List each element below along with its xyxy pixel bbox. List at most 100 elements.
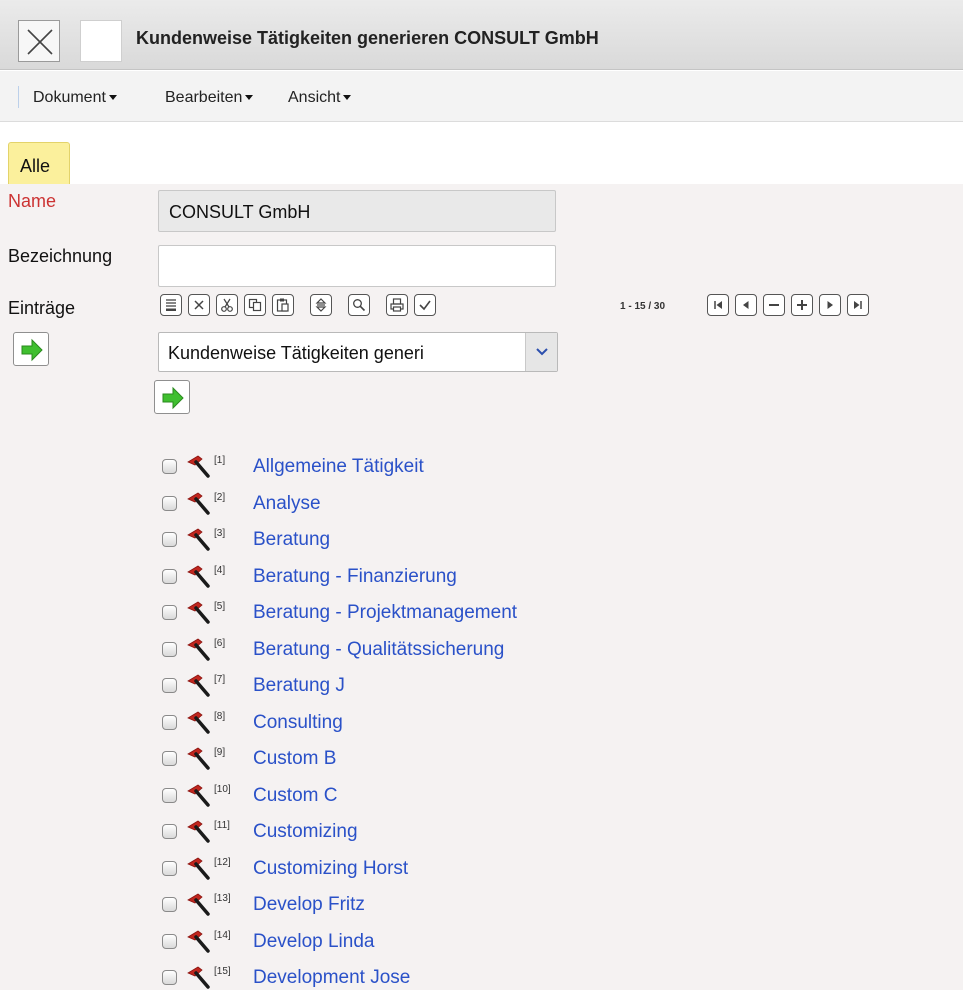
remove-icon xyxy=(769,304,779,306)
eintraege-label: Einträge xyxy=(8,298,76,318)
green-arrow-icon xyxy=(21,338,43,362)
entry-checkbox[interactable] xyxy=(162,933,177,949)
hammer-icon xyxy=(186,819,212,848)
entry-index: [3] xyxy=(214,528,226,539)
remove-button[interactable] xyxy=(763,294,785,316)
entry-link[interactable]: Develop Linda xyxy=(253,931,374,953)
entry-checkbox[interactable] xyxy=(162,897,177,912)
hammer-icon xyxy=(186,856,212,885)
sort-button[interactable] xyxy=(310,294,332,316)
entry-index: [11] xyxy=(214,820,230,831)
first-page-icon xyxy=(714,301,722,309)
entry-link[interactable]: Custom B xyxy=(253,748,336,770)
entry-index: [4] xyxy=(214,564,226,576)
prev-page-button[interactable] xyxy=(735,294,757,316)
entry-link[interactable]: Analyse xyxy=(253,493,321,515)
hammer-icon xyxy=(186,564,212,593)
menu-bearbeiten[interactable]: Bearbeiten xyxy=(165,89,254,107)
bezeichnung-input[interactable] xyxy=(158,245,556,287)
caret-down-icon xyxy=(343,95,352,101)
list-item: [12] Customizing Horst xyxy=(162,854,862,882)
list-item: [9] Custom B xyxy=(162,744,862,772)
menu-bar xyxy=(0,71,963,122)
cut-button[interactable] xyxy=(216,294,238,316)
search-button[interactable] xyxy=(348,294,370,316)
entry-link[interactable]: Consulting xyxy=(253,712,343,734)
cut-icon xyxy=(221,298,233,312)
entry-checkbox[interactable] xyxy=(162,970,177,985)
select-dropdown-button[interactable] xyxy=(525,333,557,371)
execute-button[interactable] xyxy=(13,332,49,366)
entry-link[interactable]: Development Jose xyxy=(253,967,410,989)
list-item: [4] Beratung - Finanzierung xyxy=(162,562,862,590)
entry-index: [10] xyxy=(214,783,231,795)
menu-separator xyxy=(18,86,19,108)
action-select-value: Kundenweise Tätigkeiten generi xyxy=(168,343,424,363)
hammer-icon xyxy=(186,637,212,666)
last-page-button[interactable] xyxy=(847,294,869,316)
first-page-button[interactable] xyxy=(707,294,729,316)
delete-button[interactable] xyxy=(188,294,210,316)
entry-link[interactable]: Customizing xyxy=(253,821,358,843)
entry-checkbox[interactable] xyxy=(162,495,177,511)
entry-checkbox[interactable] xyxy=(162,459,177,474)
entry-link[interactable]: Beratung - Finanzierung xyxy=(253,566,457,588)
entry-link[interactable]: Beratung - Projektmanagement xyxy=(253,602,517,624)
entry-index: [15] xyxy=(214,966,231,977)
print-button[interactable] xyxy=(386,294,408,316)
entry-link[interactable]: Beratung J xyxy=(253,675,345,697)
entry-checkbox[interactable] xyxy=(162,824,177,839)
list-item: [3] Beratung xyxy=(162,525,862,553)
menu-dokument-label: Dokument xyxy=(33,89,106,106)
entry-index: [5] xyxy=(214,601,226,612)
menu-dokument[interactable]: Dokument xyxy=(33,89,117,107)
paste-button[interactable] xyxy=(272,294,294,316)
entry-checkbox[interactable] xyxy=(162,678,177,693)
tab-alle[interactable]: Alle xyxy=(8,142,70,184)
menu-ansicht[interactable]: Ansicht xyxy=(288,89,352,107)
list-item: [2] Analyse xyxy=(162,489,862,517)
list-button[interactable] xyxy=(160,294,182,316)
copy-button[interactable] xyxy=(244,294,266,316)
entry-index: [6] xyxy=(214,637,226,649)
action-select[interactable]: Kundenweise Tätigkeiten generi xyxy=(158,332,558,372)
close-button[interactable] xyxy=(18,20,60,62)
blank-button[interactable] xyxy=(80,20,122,62)
list-item: [6] Beratung - Qualitätssicherung xyxy=(162,635,862,663)
entry-checkbox[interactable] xyxy=(162,860,177,876)
hammer-icon xyxy=(186,673,212,702)
entry-checkbox[interactable] xyxy=(162,751,177,766)
list-item: [15] Development Jose xyxy=(162,963,862,990)
name-field: CONSULT GmbH xyxy=(158,190,556,232)
search-icon xyxy=(353,299,366,312)
entry-checkbox[interactable] xyxy=(162,568,177,584)
entry-link[interactable]: Custom C xyxy=(253,785,337,807)
check-button[interactable] xyxy=(414,294,436,316)
entry-link[interactable]: Customizing Horst xyxy=(253,858,408,880)
entry-index: [7] xyxy=(214,674,226,685)
delete-icon xyxy=(194,300,204,310)
caret-down-icon xyxy=(108,95,117,101)
list-item: [7] Beratung J xyxy=(162,671,862,699)
entry-index: [12] xyxy=(214,856,231,868)
add-icon xyxy=(797,300,807,310)
entry-link[interactable]: Beratung xyxy=(253,529,330,551)
list-item: [5] Beratung - Projektmanagement xyxy=(162,598,862,626)
entry-checkbox[interactable] xyxy=(162,641,177,657)
hammer-icon xyxy=(186,454,212,483)
apply-button[interactable] xyxy=(154,380,190,414)
check-icon xyxy=(419,300,431,311)
entry-checkbox[interactable] xyxy=(162,605,177,620)
add-button[interactable] xyxy=(791,294,813,316)
next-page-button[interactable] xyxy=(819,294,841,316)
window-title: Kundenweise Tätigkeiten generieren CONSU… xyxy=(136,28,599,48)
entry-link[interactable]: Develop Fritz xyxy=(253,894,365,916)
entry-checkbox[interactable] xyxy=(162,787,177,803)
entry-link[interactable]: Allgemeine Tätigkeit xyxy=(253,456,424,478)
menu-bearbeiten-label: Bearbeiten xyxy=(165,89,243,106)
entry-checkbox[interactable] xyxy=(162,532,177,547)
paste-icon xyxy=(276,298,289,312)
entry-link[interactable]: Beratung - Qualitätssicherung xyxy=(253,639,504,661)
chevron-down-icon xyxy=(536,348,548,356)
entry-checkbox[interactable] xyxy=(162,714,177,730)
